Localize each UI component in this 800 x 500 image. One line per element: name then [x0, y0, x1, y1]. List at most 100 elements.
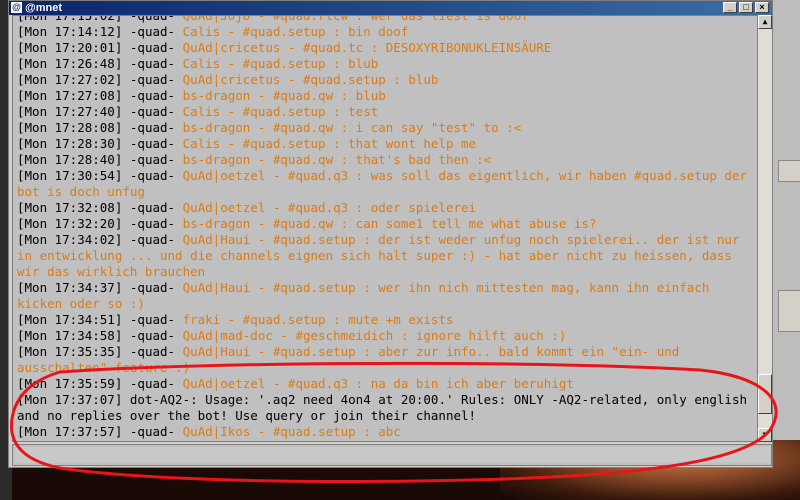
message-nick: -quad- [129, 120, 176, 135]
message-timestamp: [Mon 17:26:48] [17, 56, 123, 71]
message-timestamp: [Mon 17:34:02] [17, 232, 123, 247]
message-nick: -quad- [129, 136, 176, 151]
message-text: bs-dragon - #quad.qw : blub [182, 88, 386, 103]
message-timestamp: [Mon 17:35:35] [17, 344, 123, 359]
message-timestamp: [Mon 17:37:07] [17, 392, 123, 407]
message-nick: -quad- [129, 312, 176, 327]
chat-message: [Mon 17:28:40] -quad- bs-dragon - #quad.… [17, 152, 753, 168]
message-timestamp: [Mon 17:27:08] [17, 88, 123, 103]
message-timestamp: [Mon 17:13:02] [17, 15, 123, 23]
message-nick: -quad- [129, 280, 176, 295]
message-nick: -quad- [129, 56, 176, 71]
chat-message: [Mon 17:35:59] -quad- QuAd|oetzel - #qua… [17, 376, 753, 392]
message-nick: -quad- [129, 40, 176, 55]
chat-scrollbar[interactable]: ▲ ▼ [758, 15, 772, 442]
chat-message: [Mon 17:14:12] -quad- Calis - #quad.setu… [17, 24, 753, 40]
message-timestamp: [Mon 17:14:12] [17, 24, 123, 39]
close-button[interactable]: × [755, 2, 769, 13]
message-text: QuAd|oetzel - #quad.q3 : na da bin ich a… [182, 376, 574, 391]
window-title: @mnet [25, 2, 63, 14]
input-bar [12, 444, 772, 466]
message-nick: -quad- [129, 216, 176, 231]
message-timestamp: [Mon 17:32:08] [17, 200, 123, 215]
message-timestamp: [Mon 17:20:01] [17, 40, 123, 55]
mirc-at-icon[interactable]: @ [11, 2, 22, 13]
message-input[interactable] [15, 447, 771, 463]
chat-message: [Mon 17:37:07] dot-AQ2-: Usage: '.aq2 ne… [17, 392, 753, 424]
message-nick: -quad- [129, 15, 176, 23]
chat-message: [Mon 17:13:02] -quad- QuAd|Jojo - #quad.… [17, 15, 753, 24]
message-nick: -quad- [129, 104, 176, 119]
message-text: Calis - #quad.setup : that wont help me [182, 136, 477, 151]
message-nick: -quad- [129, 344, 176, 359]
message-timestamp: [Mon 17:37:57] [17, 424, 123, 439]
scroll-up-arrow-icon[interactable]: ▲ [758, 15, 772, 29]
message-nick: -quad- [129, 152, 176, 167]
message-text: bs-dragon - #quad.qw : i can say "test" … [182, 120, 522, 135]
chat-message: [Mon 17:26:48] -quad- Calis - #quad.setu… [17, 56, 753, 72]
chat-message: [Mon 17:20:01] -quad- QuAd|cricetus - #q… [17, 40, 753, 56]
chat-message: [Mon 17:34:51] -quad- fraki - #quad.setu… [17, 312, 753, 328]
message-text: fraki - #quad.setup : mute +m exists [182, 312, 454, 327]
message-nick: dot-AQ2-: [129, 392, 198, 407]
message-text: QuAd|Haui - #quad.setup : der ist weder … [17, 232, 748, 279]
message-nick: -quad- [129, 424, 176, 439]
message-nick: -quad- [129, 328, 176, 343]
message-timestamp: [Mon 17:34:51] [17, 312, 123, 327]
message-timestamp: [Mon 17:27:02] [17, 72, 123, 87]
background-window-control[interactable] [778, 160, 800, 182]
title-bar[interactable]: @ @mnet _ □ × [9, 1, 772, 15]
message-nick: -quad- [129, 24, 176, 39]
message-timestamp: [Mon 17:28:30] [17, 136, 123, 151]
chat-message: [Mon 17:32:20] -quad- bs-dragon - #quad.… [17, 216, 753, 232]
message-text: QuAd|Haui - #quad.setup : wer ihn nich m… [17, 280, 717, 311]
chat-message: [Mon 17:27:02] -quad- QuAd|cricetus - #q… [17, 72, 753, 88]
chat-message: [Mon 17:27:08] -quad- bs-dragon - #quad.… [17, 88, 753, 104]
scroll-down-arrow-icon[interactable]: ▼ [758, 428, 772, 442]
scrollbar-thumb[interactable] [758, 373, 772, 414]
chat-message: [Mon 17:28:08] -quad- bs-dragon - #quad.… [17, 120, 753, 136]
message-text: QuAd|Ikos - #quad.setup : abc [182, 424, 401, 439]
chat-message: [Mon 17:35:35] -quad- QuAd|Haui - #quad.… [17, 344, 753, 376]
chat-message: [Mon 17:34:37] -quad- QuAd|Haui - #quad.… [17, 280, 753, 312]
chat-message: [Mon 17:28:30] -quad- Calis - #quad.setu… [17, 136, 753, 152]
chat-message: [Mon 17:34:58] -quad- QuAd|mad-doc - #ge… [17, 328, 753, 344]
message-timestamp: [Mon 17:28:08] [17, 120, 123, 135]
message-timestamp: [Mon 17:35:59] [17, 376, 123, 391]
message-text: Calis - #quad.setup : blub [182, 56, 379, 71]
background-window-edge [773, 0, 800, 440]
irc-channel-window: @ @mnet _ □ × [Mon 17:13:02] -quad- QuAd… [8, 0, 773, 468]
chat-message: [Mon 17:30:54] -quad- QuAd|oetzel - #qua… [17, 168, 753, 200]
maximize-button[interactable]: □ [739, 2, 753, 13]
message-text: QuAd|cricetus - #quad.setup : blub [182, 72, 439, 87]
message-timestamp: [Mon 17:27:40] [17, 104, 123, 119]
message-timestamp: [Mon 17:32:20] [17, 216, 123, 231]
message-text: Calis - #quad.setup : test [182, 104, 379, 119]
chat-message: [Mon 17:27:40] -quad- Calis - #quad.setu… [17, 104, 753, 120]
message-timestamp: [Mon 17:28:40] [17, 152, 123, 167]
chat-message: [Mon 17:32:08] -quad- QuAd|oetzel - #qua… [17, 200, 753, 216]
message-text: bs-dragon - #quad.qw : can some1 tell me… [182, 216, 597, 231]
message-nick: -quad- [129, 72, 176, 87]
chat-message: [Mon 17:34:02] -quad- QuAd|Haui - #quad.… [17, 232, 753, 280]
message-text: QuAd|cricetus - #quad.tc : DESOXYRIBONUK… [182, 40, 552, 55]
message-nick: -quad- [129, 200, 176, 215]
message-timestamp: [Mon 17:34:37] [17, 280, 123, 295]
message-text: QuAd|Jojo - #quad.rtcw : wer das liest i… [182, 15, 529, 23]
message-nick: -quad- [129, 88, 176, 103]
minimize-button[interactable]: _ [723, 2, 737, 13]
background-window-control-2[interactable] [778, 290, 800, 332]
message-text: Calis - #quad.setup : bin doof [182, 24, 409, 39]
chat-message: [Mon 17:37:57] -quad- QuAd|Ikos - #quad.… [17, 424, 753, 440]
message-text: QuAd|oetzel - #quad.q3 : oder spielerei [182, 200, 477, 215]
message-text: QuAd|oetzel - #quad.q3 : was soll das ei… [17, 168, 755, 199]
message-text: bs-dragon - #quad.qw : that's bad then :… [182, 152, 492, 167]
chat-log[interactable]: [Mon 17:13:02] -quad- QuAd|Jojo - #quad.… [12, 15, 758, 442]
message-text: QuAd|mad-doc - #geschmeidich : ignore hi… [182, 328, 567, 343]
message-nick: -quad- [129, 376, 176, 391]
message-timestamp: [Mon 17:30:54] [17, 168, 123, 183]
message-timestamp: [Mon 17:34:58] [17, 328, 123, 343]
message-nick: -quad- [129, 232, 176, 247]
message-nick: -quad- [129, 168, 176, 183]
message-text: Usage: '.aq2 need 4on4 at 20:00.' Rules:… [17, 392, 755, 423]
